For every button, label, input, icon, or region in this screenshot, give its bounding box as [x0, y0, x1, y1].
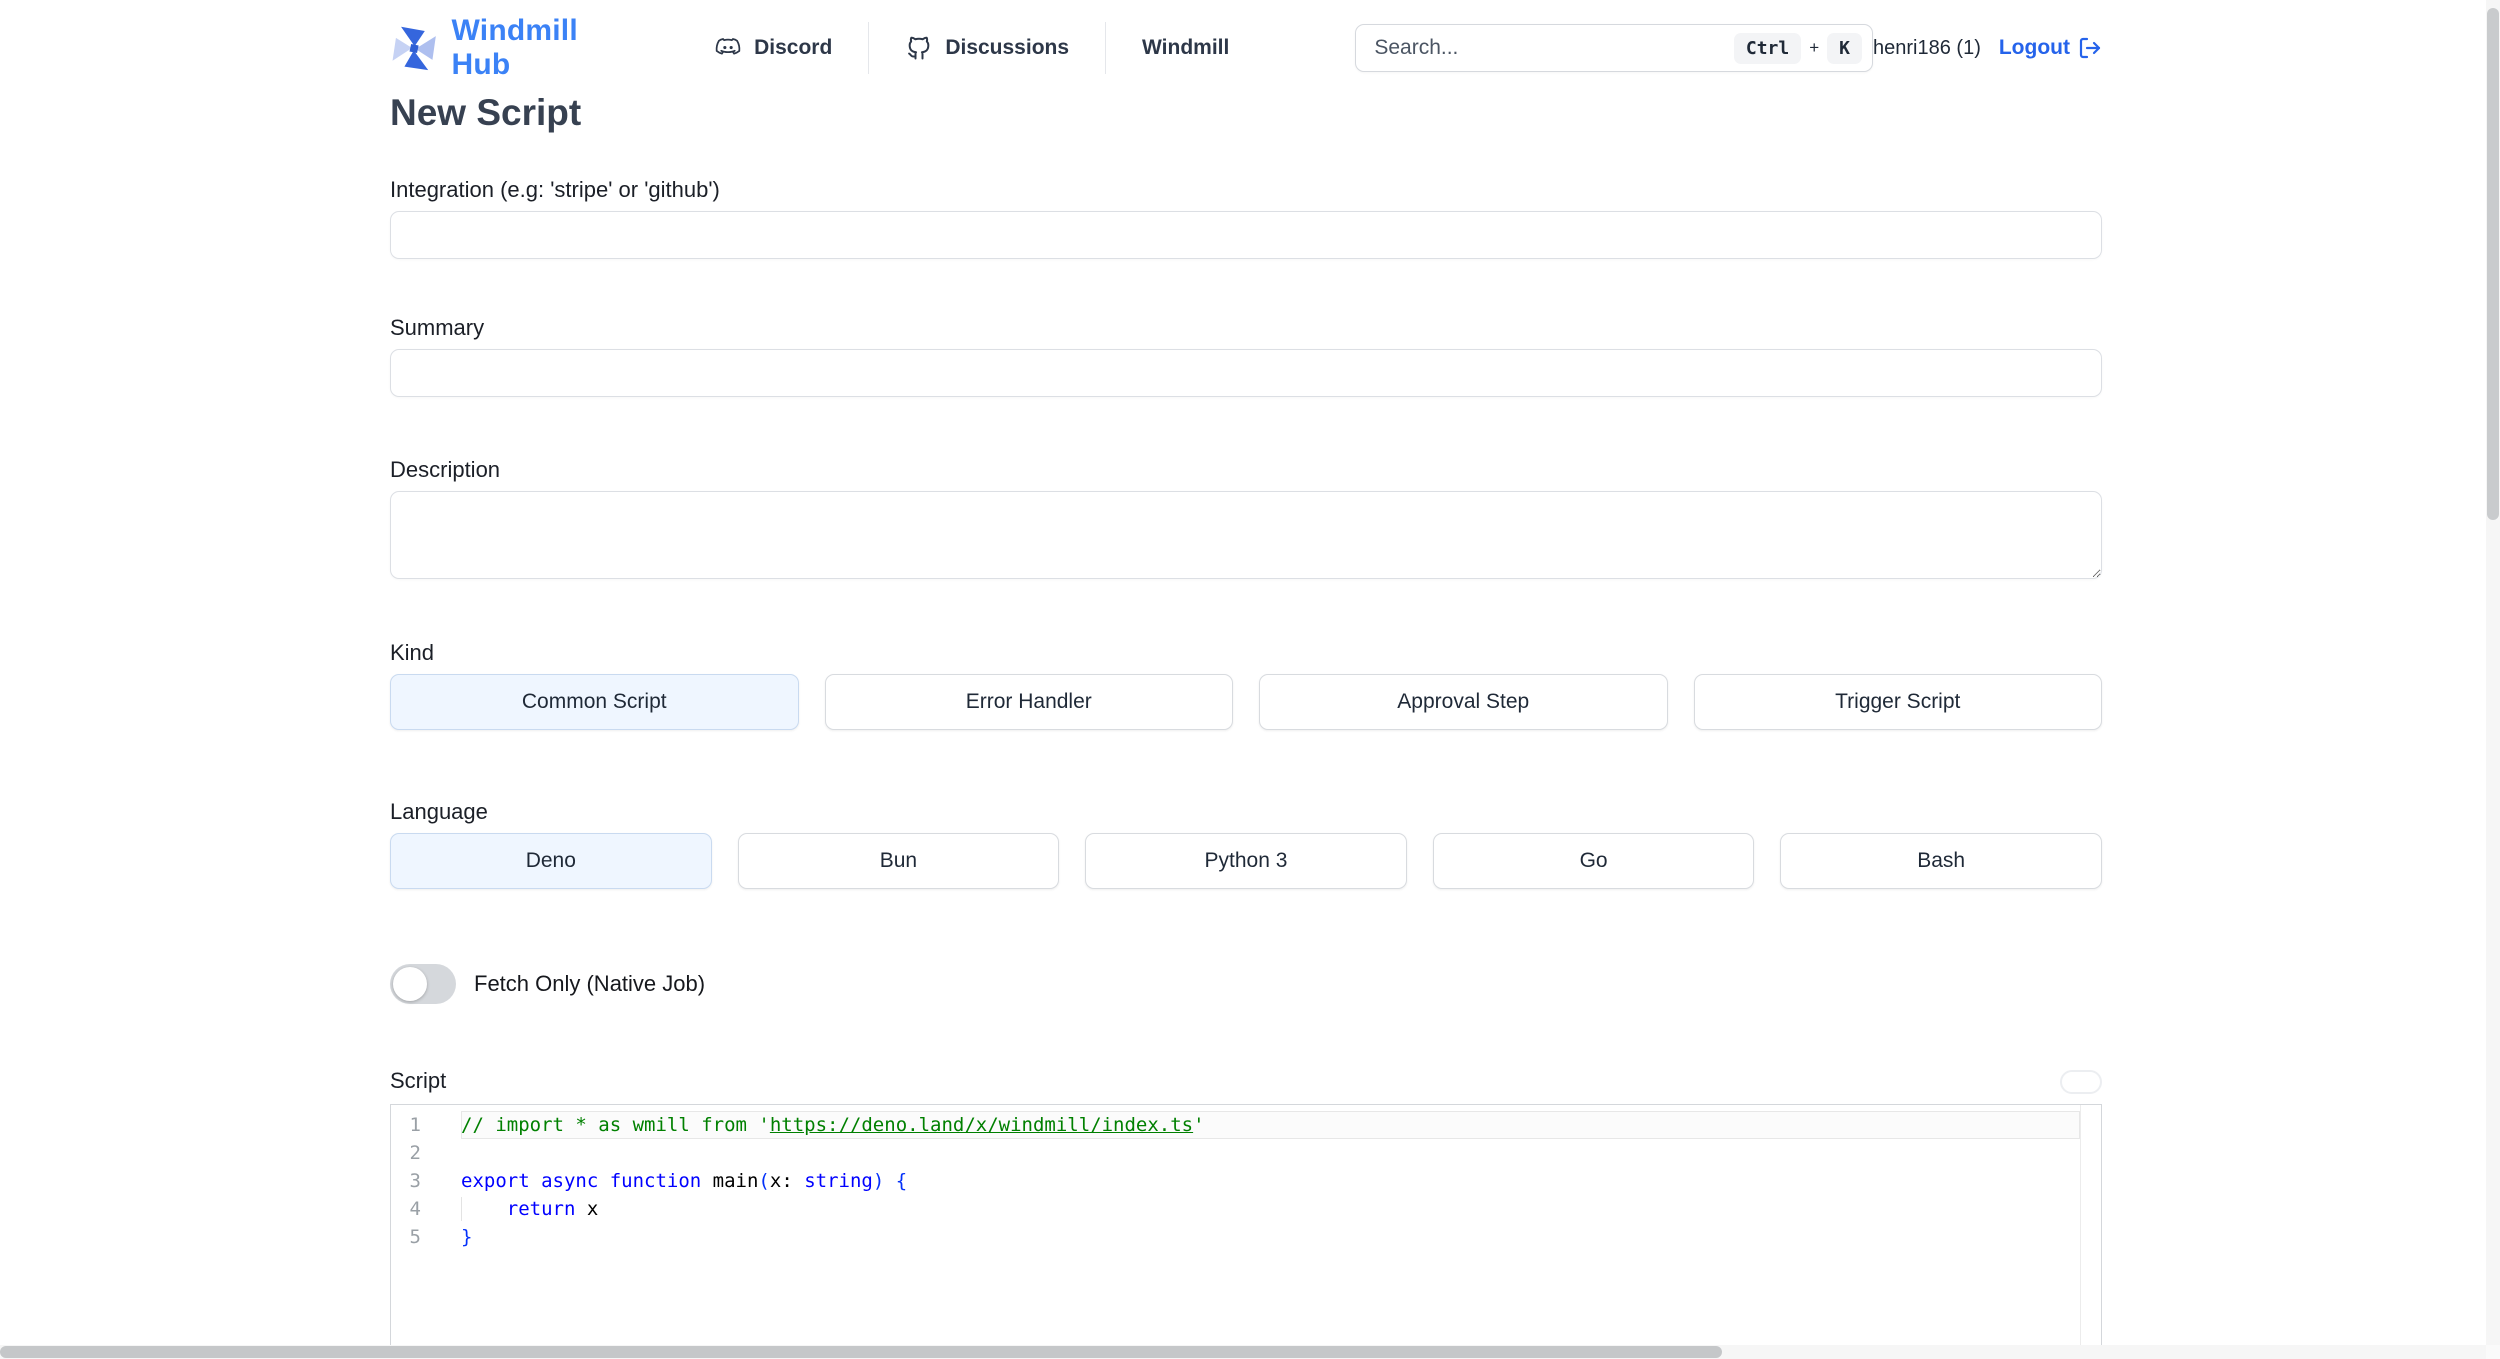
description-field: Description: [390, 457, 2102, 584]
discord-icon: [714, 34, 742, 62]
indent-guide: [461, 1197, 462, 1221]
scrollbar-corner: [2486, 1345, 2500, 1359]
horizontal-scrollbar[interactable]: [0, 1345, 2486, 1359]
code-token: export async function: [461, 1170, 702, 1192]
summary-input[interactable]: [390, 349, 2102, 397]
brand[interactable]: Windmill Hub: [390, 14, 622, 82]
summary-field: Summary: [390, 315, 2102, 397]
code-line-content: }: [461, 1223, 2080, 1251]
language-label: Language: [390, 799, 488, 824]
nav-item-label: Windmill: [1142, 36, 1230, 59]
nav-item-windmill[interactable]: Windmill: [1106, 36, 1265, 60]
main-container: Windmill Hub Discord Discussions Windmill …: [390, 0, 2102, 1349]
code-line-content: // import * as wmill from 'https://deno.…: [461, 1111, 2080, 1139]
code-line[interactable]: 2: [391, 1139, 2080, 1167]
username: henri186 (1): [1873, 36, 1981, 59]
code-token: ': [1193, 1114, 1205, 1136]
integration-input[interactable]: [390, 211, 2102, 259]
logout-link[interactable]: Logout: [1999, 36, 2102, 60]
language-option-bun[interactable]: Bun: [737, 833, 1060, 889]
description-label: Description: [390, 457, 501, 482]
language-option-bash[interactable]: Bash: [1780, 833, 2102, 889]
code-token: return: [506, 1198, 576, 1220]
code-token: // import * as wmill from ': [461, 1114, 770, 1136]
kbd-plus: +: [1809, 38, 1820, 57]
code-line-content: return x: [461, 1195, 2080, 1223]
editor-corner-pill[interactable]: [2060, 1070, 2102, 1094]
code-line[interactable]: 5}: [391, 1223, 2080, 1251]
line-number: 2: [409, 1142, 421, 1164]
line-number: 1: [409, 1114, 421, 1136]
page-title: New Script: [390, 92, 582, 133]
language-option-deno[interactable]: Deno: [390, 833, 712, 889]
search-box[interactable]: Ctrl + K: [1355, 24, 1874, 72]
fetch-only-toggle[interactable]: [390, 964, 456, 1004]
horizontal-scrollbar-thumb[interactable]: [0, 1346, 1722, 1358]
code-token: ): [872, 1170, 885, 1192]
line-number: 3: [409, 1170, 421, 1192]
code-line-content: [461, 1139, 2080, 1167]
kbd-k: K: [1827, 32, 1863, 64]
header: Windmill Hub Discord Discussions Windmill …: [390, 0, 2102, 82]
code-editor[interactable]: 1 // import * as wmill from 'https://deno…: [390, 1104, 2102, 1349]
nav-item-discussions[interactable]: Discussions: [869, 34, 1105, 62]
fetch-only-label: Fetch Only (Native Job): [474, 971, 706, 996]
integration-label: Integration (e.g: 'stripe' or 'github'): [390, 177, 720, 202]
language-option-go[interactable]: Go: [1432, 833, 1755, 889]
kind-option-trigger-script[interactable]: Trigger Script: [1693, 674, 2102, 730]
brand-name[interactable]: Windmill Hub: [452, 14, 623, 82]
github-icon: [905, 34, 933, 62]
language-option-python-3[interactable]: Python 3: [1085, 833, 1407, 889]
kind-option-common-script[interactable]: Common Script: [390, 674, 799, 730]
line-number: 4: [409, 1198, 421, 1220]
user-area: henri186 (1) Logout: [1873, 36, 2102, 60]
code-token: main: [701, 1170, 759, 1192]
language-options: Deno Bun Python 3 Go Bash: [390, 833, 2102, 889]
fetch-only-row: Fetch Only (Native Job): [390, 964, 2102, 1004]
code-token: x: [575, 1198, 599, 1220]
nav-item-discord[interactable]: Discord: [714, 34, 868, 62]
vertical-scrollbar[interactable]: [2486, 0, 2500, 1345]
logout-label: Logout: [1998, 36, 2070, 59]
code-token: {: [884, 1170, 908, 1192]
kind-section: Kind Common Script Error Handler Approval …: [390, 640, 2102, 730]
kind-label: Kind: [390, 640, 435, 665]
windmill-logo-icon: [392, 26, 436, 71]
nav-item-label: Discussions: [945, 36, 1070, 59]
kind-option-error-handler[interactable]: Error Handler: [824, 674, 1233, 730]
code-token: string: [804, 1170, 873, 1192]
kind-option-approval-step[interactable]: Approval Step: [1259, 674, 1668, 730]
description-textarea[interactable]: [390, 491, 2102, 579]
search-input[interactable]: [1374, 36, 1734, 60]
toggle-knob: [393, 967, 427, 1001]
nav-item-label: Discord: [754, 36, 833, 59]
code-line[interactable]: 4 return x: [391, 1195, 2080, 1223]
code-line[interactable]: 1 // import * as wmill from 'https://deno…: [391, 1111, 2080, 1139]
script-label: Script: [390, 1068, 447, 1093]
logout-icon: [2079, 37, 2101, 59]
language-section: Language Deno Bun Python 3 Go Bash: [390, 799, 2102, 889]
vertical-scrollbar-thumb[interactable]: [2487, 8, 2499, 520]
kind-options: Common Script Error Handler Approval Step T…: [390, 674, 2102, 730]
code-line[interactable]: 3 export async function main(x: string) {: [391, 1167, 2080, 1195]
code-token: https://deno.land/x/windmill/index.ts: [769, 1114, 1194, 1136]
code-token: (: [758, 1170, 770, 1192]
header-nav: Discord Discussions Windmill: [714, 22, 1265, 74]
script-section: Script 1 // import * as wmill from 'https…: [390, 1068, 2102, 1349]
kbd-ctrl: Ctrl: [1733, 32, 1802, 64]
code-line-content: export async function main(x: string) {: [461, 1167, 2080, 1195]
code-token: }: [461, 1226, 473, 1248]
code-token: x:: [769, 1170, 805, 1192]
editor-scrollbar-rail[interactable]: [2080, 1105, 2101, 1348]
integration-field: Integration (e.g: 'stripe' or 'github'): [390, 177, 2102, 259]
line-number: 5: [409, 1226, 421, 1248]
summary-label: Summary: [390, 315, 485, 340]
